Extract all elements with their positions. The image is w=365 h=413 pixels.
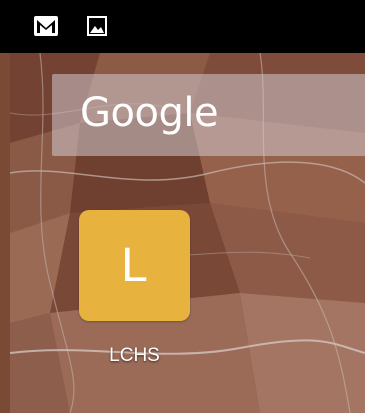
status-bar	[0, 0, 365, 53]
google-search-widget[interactable]: Google	[52, 74, 365, 156]
home-screen: Google L LCHS	[0, 0, 365, 413]
gmail-icon	[33, 14, 59, 38]
image-icon	[86, 14, 108, 38]
app-icon-letter: L	[121, 239, 148, 292]
app-icon-lchs[interactable]: L	[79, 210, 190, 321]
app-label-lchs[interactable]: LCHS	[79, 345, 190, 367]
google-logo: Google	[80, 90, 219, 136]
